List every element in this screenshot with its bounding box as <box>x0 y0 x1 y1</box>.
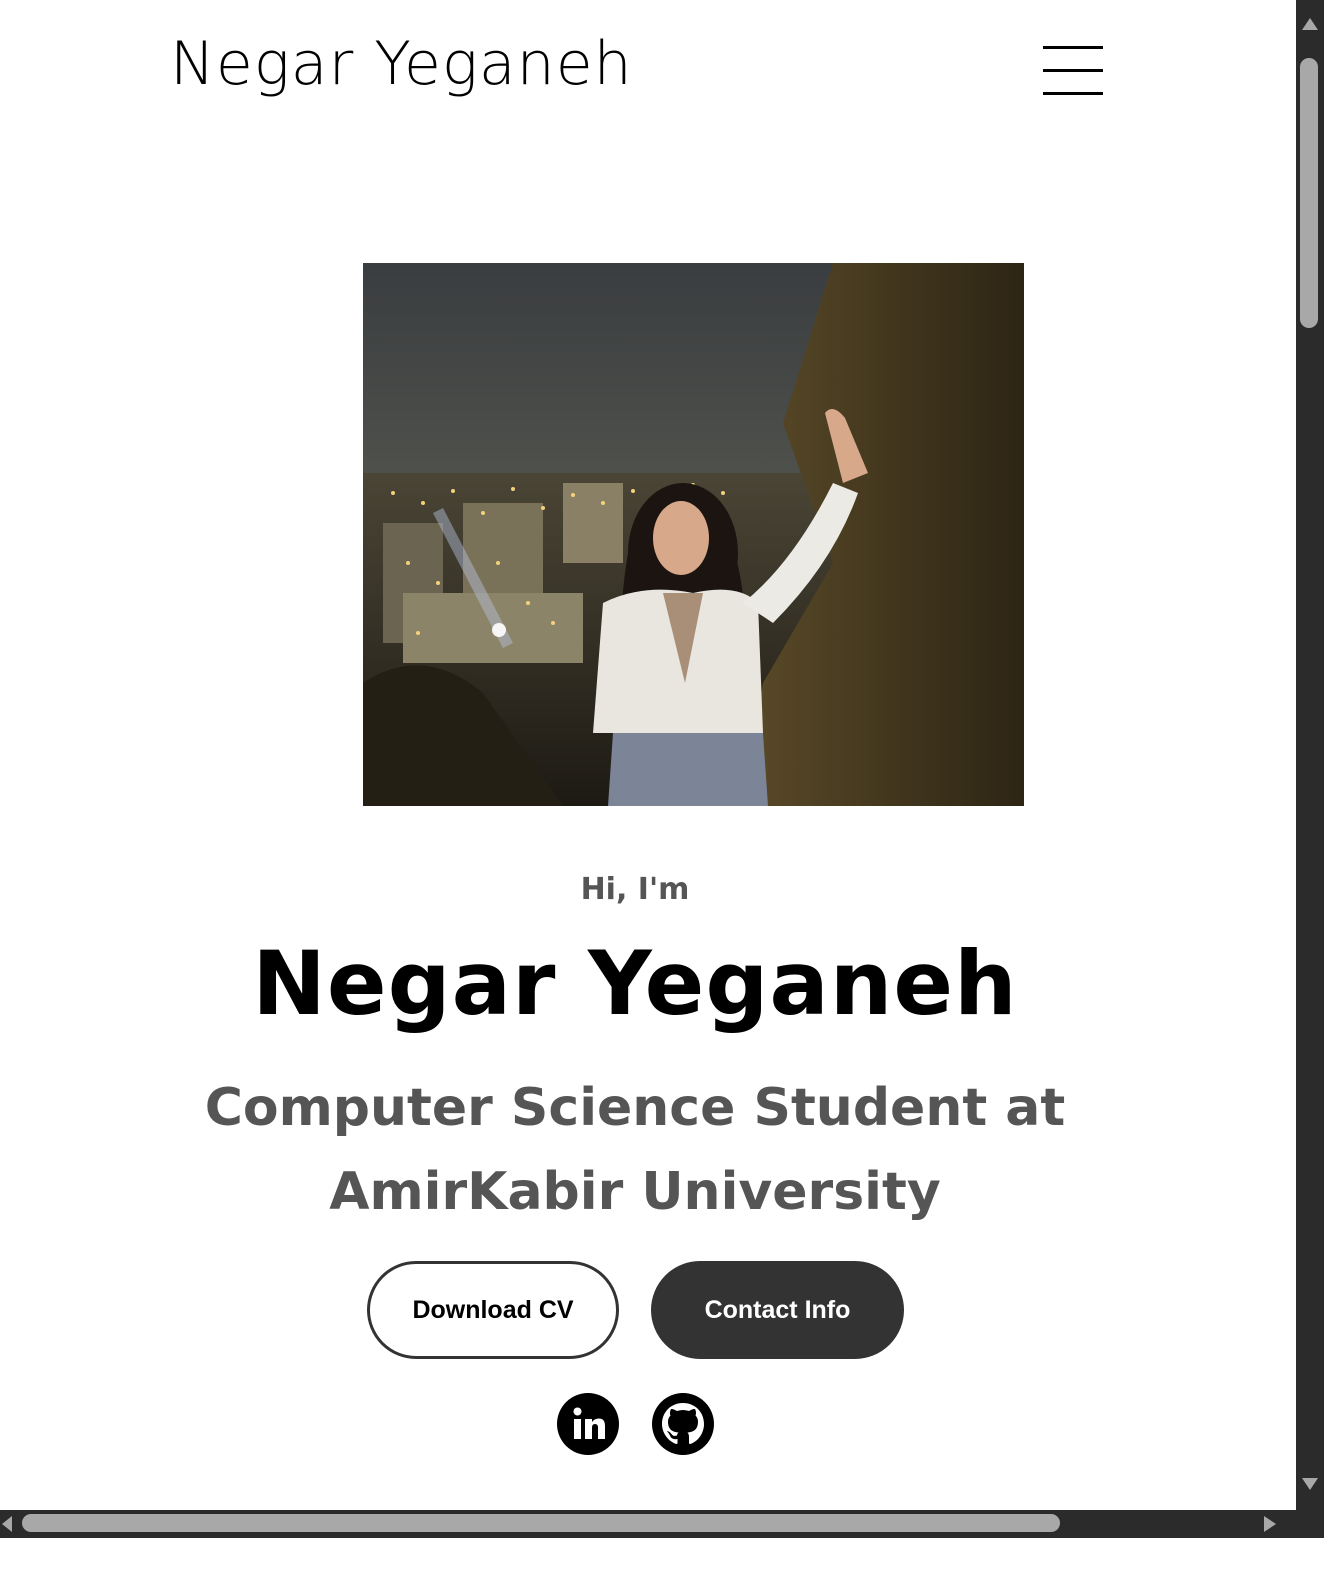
vertical-scroll-thumb[interactable] <box>1300 58 1318 328</box>
linkedin-icon[interactable] <box>556 1392 620 1456</box>
scroll-up-icon[interactable] <box>1302 18 1318 30</box>
hero-title: Computer Science Student at AmirKabir Un… <box>204 1078 1066 1222</box>
scrollbar-corner <box>1296 1510 1324 1538</box>
scroll-left-icon[interactable] <box>2 1516 12 1532</box>
hero-greeting: Hi, I'm <box>580 872 690 907</box>
horizontal-scroll-thumb[interactable] <box>22 1514 1060 1532</box>
download-cv-button[interactable]: Download CV <box>367 1261 619 1359</box>
page-bottom-area <box>0 1538 1324 1585</box>
site-logo[interactable]: Negar Yeganeh <box>170 28 633 100</box>
hamburger-menu-icon[interactable] <box>1043 46 1103 96</box>
contact-info-button[interactable]: Contact Info <box>651 1261 904 1359</box>
github-icon[interactable] <box>651 1392 715 1456</box>
scroll-right-icon[interactable] <box>1264 1516 1276 1532</box>
vertical-scrollbar[interactable] <box>1296 0 1324 1510</box>
scroll-down-icon[interactable] <box>1302 1478 1318 1490</box>
horizontal-scrollbar[interactable] <box>0 1510 1296 1538</box>
page-viewport: Negar Yeganeh Hi, I'm Negar Yeganeh Comp… <box>0 0 1296 1510</box>
hero-name: Negar Yeganeh <box>252 932 1018 1035</box>
profile-photo <box>363 263 1024 806</box>
